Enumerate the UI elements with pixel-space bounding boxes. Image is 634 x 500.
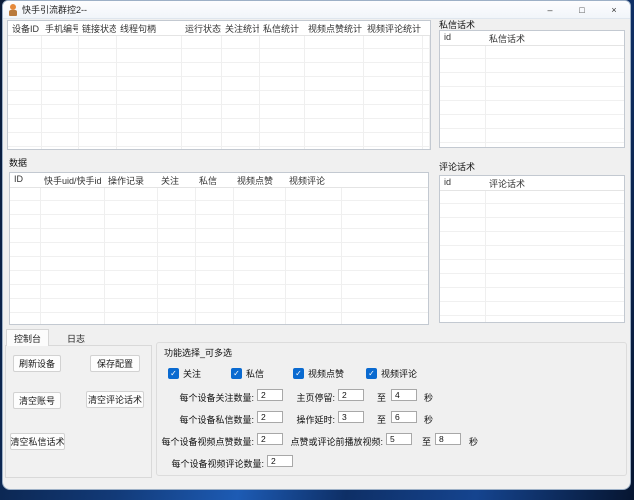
data-table[interactable]: ID 快手uid/快手id 操作记录 关注 私信 视频点赞 视频评论 [9,172,429,325]
comment-table-rows[interactable] [440,190,624,322]
column-header-pm-stats[interactable]: 私信统计 [259,21,304,35]
checkbox-video-like[interactable]: ✓ 视频点赞 [293,367,344,380]
app-window: 快手引流群控2-- – □ × 设备ID 手机编号 链接状态 线程句柄 运行状态… [2,0,631,490]
column-header-link-status[interactable]: 链接状态 [78,21,116,35]
title-bar[interactable]: 快手引流群控2-- – □ × [3,1,630,19]
clear-comment-scripts-button[interactable]: 清空评论话术 [86,391,144,408]
function-select-group-title: 功能选择_可多选 [162,346,234,359]
comment-panel-title: 评论话术 [439,160,475,173]
play-video-to-input[interactable] [435,433,461,445]
device-table[interactable]: 设备ID 手机编号 链接状态 线程句柄 运行状态 关注统计 私信统计 视频点赞统… [7,20,431,150]
operation-delay-unit: 秒 [424,413,433,426]
column-header-device-id[interactable]: 设备ID [8,21,41,35]
column-header-id[interactable]: ID [10,173,40,187]
private-msg-table[interactable]: id 私信话术 [439,30,625,148]
column-header-run-status[interactable]: 运行状态 [181,21,221,35]
window-controls: – □ × [534,1,630,18]
device-table-rows[interactable] [8,35,430,149]
homepage-stay-to-separator: 至 [377,391,386,404]
column-header-follow-stats[interactable]: 关注统计 [221,21,259,35]
column-header-follow[interactable]: 关注 [157,173,195,187]
operation-delay-to-separator: 至 [377,413,386,426]
operation-delay-to-input[interactable] [391,411,417,423]
column-header-thread-handle[interactable]: 线程句柄 [116,21,181,35]
column-header-cm-id[interactable]: id [440,176,485,190]
video-comment-count-input[interactable] [267,455,293,467]
checkbox-video-like-label: 视频点赞 [308,367,344,380]
desktop-background: 快手引流群控2-- – □ × 设备ID 手机编号 链接状态 线程句柄 运行状态… [0,0,634,500]
checkbox-private-msg[interactable]: ✓ 私信 [231,367,264,380]
column-header-op-record[interactable]: 操作记录 [104,173,157,187]
window-title: 快手引流群控2-- [22,3,87,16]
data-table-rows[interactable] [10,187,428,324]
play-video-from-input[interactable] [386,433,412,445]
checkbox-video-comment-label: 视频评论 [381,367,417,380]
private-msg-table-header: id 私信话术 [440,31,624,46]
device-table-header: 设备ID 手机编号 链接状态 线程句柄 运行状态 关注统计 私信统计 视频点赞统… [8,21,430,36]
operation-delay-from-input[interactable] [338,411,364,423]
data-panel-title: 数据 [9,156,27,169]
checkbox-checked-icon[interactable]: ✓ [366,368,377,379]
column-header-pm-id[interactable]: id [440,31,485,45]
comment-table[interactable]: id 评论话术 [439,175,625,323]
checkbox-checked-icon[interactable]: ✓ [231,368,242,379]
checkbox-follow[interactable]: ✓ 关注 [168,367,201,380]
checkbox-video-comment[interactable]: ✓ 视频评论 [366,367,417,380]
maximize-icon[interactable]: □ [566,1,598,18]
operation-delay-label: 操作延时: [273,413,335,426]
play-video-to-separator: 至 [422,435,431,448]
column-header-blank [341,173,428,187]
refresh-device-button[interactable]: 刷新设备 [13,355,61,372]
save-config-button[interactable]: 保存配置 [90,355,140,372]
app-icon [9,4,17,16]
private-msg-count-label: 每个设备私信数量: [153,413,254,426]
video-comment-count-label: 每个设备视频评论数量: [153,457,264,470]
data-table-header: ID 快手uid/快手id 操作记录 关注 私信 视频点赞 视频评论 [10,173,428,188]
private-msg-table-rows[interactable] [440,45,624,147]
column-header-pm-script[interactable]: 私信话术 [485,31,624,45]
column-header-cm-script[interactable]: 评论话术 [485,176,624,190]
minimize-icon[interactable]: – [534,1,566,18]
column-header-comment-stats[interactable]: 视频评论统计 [363,21,430,35]
column-header-video-like[interactable]: 视频点赞 [233,173,285,187]
tab-console[interactable]: 控制台 [6,329,49,346]
checkbox-follow-label: 关注 [183,367,201,380]
clear-private-scripts-button[interactable]: 清空私信话术 [10,433,65,450]
play-before-like-comment-label: 点赞或评论前播放视频: [253,435,383,448]
column-header-like-stats[interactable]: 视频点赞统计 [304,21,363,35]
column-header-phone-no[interactable]: 手机编号 [41,21,78,35]
comment-table-header: id 评论话术 [440,176,624,191]
homepage-stay-label: 主页停留: [273,391,335,404]
homepage-stay-to-input[interactable] [391,389,417,401]
column-header-video-comment[interactable]: 视频评论 [285,173,341,187]
play-video-unit: 秒 [469,435,478,448]
checkbox-checked-icon[interactable]: ✓ [168,368,179,379]
video-like-count-label: 每个设备视频点赞数量: [153,435,254,448]
checkbox-checked-icon[interactable]: ✓ [293,368,304,379]
checkbox-private-msg-label: 私信 [246,367,264,380]
clear-account-button[interactable]: 清空账号 [13,392,61,409]
follow-count-label: 每个设备关注数量: [153,391,254,404]
function-select-group [156,342,627,476]
column-header-pm[interactable]: 私信 [195,173,233,187]
homepage-stay-from-input[interactable] [338,389,364,401]
close-icon[interactable]: × [598,1,630,18]
column-header-uid[interactable]: 快手uid/快手id [40,173,104,187]
homepage-stay-unit: 秒 [424,391,433,404]
